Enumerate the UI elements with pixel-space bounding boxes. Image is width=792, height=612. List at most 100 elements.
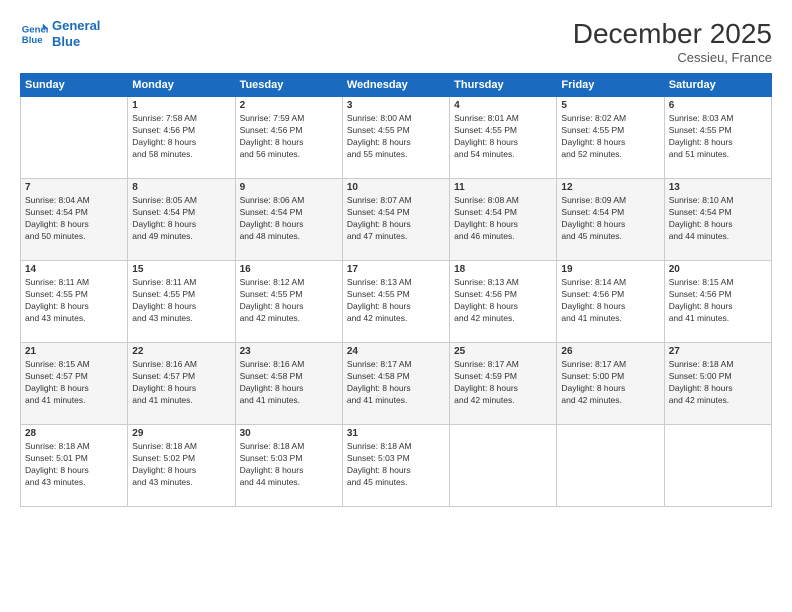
day-number: 1: [132, 100, 230, 111]
calendar-cell: 13 Sunrise: 8:10 AM Sunset: 4:54 PM Dayli…: [664, 179, 771, 261]
header-cell-monday: Monday: [128, 74, 235, 97]
calendar-cell: 5Sunrise: 8:02 AM Sunset: 4:55 PM Daylig…: [557, 97, 664, 179]
day-info: Sunrise: 7:58 AM Sunset: 4:56 PM Dayligh…: [132, 113, 230, 161]
logo-text-blue: Blue: [52, 34, 100, 50]
week-row-4: 21 Sunrise: 8:15 AM Sunset: 4:57 PM Dayli…: [21, 343, 772, 425]
day-number: 31: [347, 428, 445, 439]
header-cell-friday: Friday: [557, 74, 664, 97]
day-number: 20: [669, 264, 767, 275]
calendar-cell: 17 Sunrise: 8:13 AM Sunset: 4:55 PM Dayli…: [342, 261, 449, 343]
day-info: Sunrise: 8:18 AM Sunset: 5:01 PM Dayligh…: [25, 441, 123, 489]
day-number: 29: [132, 428, 230, 439]
day-info: Sunrise: 8:07 AM Sunset: 4:54 PM Dayligh…: [347, 195, 445, 243]
day-number: 21: [25, 346, 123, 357]
calendar-cell: 19 Sunrise: 8:14 AM Sunset: 4:56 PM Dayli…: [557, 261, 664, 343]
calendar-cell: 27 Sunrise: 8:18 AM Sunset: 5:00 PM Dayli…: [664, 343, 771, 425]
calendar-cell: 20Sunrise: 8:15 AM Sunset: 4:56 PM Dayli…: [664, 261, 771, 343]
day-info: Sunrise: 8:15 AM Sunset: 4:57 PM Dayligh…: [25, 359, 123, 407]
header-cell-sunday: Sunday: [21, 74, 128, 97]
calendar-cell: 25Sunrise: 8:17 AM Sunset: 4:59 PM Dayli…: [450, 343, 557, 425]
day-info: Sunrise: 8:01 AM Sunset: 4:55 PM Dayligh…: [454, 113, 552, 161]
day-number: 12: [561, 182, 659, 193]
calendar-cell: 23Sunrise: 8:16 AM Sunset: 4:58 PM Dayli…: [235, 343, 342, 425]
calendar-cell: 4 Sunrise: 8:01 AM Sunset: 4:55 PM Daylig…: [450, 97, 557, 179]
calendar-cell: 1 Sunrise: 7:58 AM Sunset: 4:56 PM Daylig…: [128, 97, 235, 179]
calendar-cell: 18 Sunrise: 8:13 AM Sunset: 4:56 PM Dayli…: [450, 261, 557, 343]
day-info: Sunrise: 8:03 AM Sunset: 4:55 PM Dayligh…: [669, 113, 767, 161]
day-info: Sunrise: 8:09 AM Sunset: 4:54 PM Dayligh…: [561, 195, 659, 243]
calendar-cell: [664, 425, 771, 507]
day-number: 30: [240, 428, 338, 439]
day-number: 10: [347, 182, 445, 193]
calendar-cell: 21 Sunrise: 8:15 AM Sunset: 4:57 PM Dayli…: [21, 343, 128, 425]
logo-icon: General Blue: [20, 20, 48, 48]
day-number: 22: [132, 346, 230, 357]
calendar-cell: 26Sunrise: 8:17 AM Sunset: 5:00 PM Dayli…: [557, 343, 664, 425]
day-number: 18: [454, 264, 552, 275]
month-title: December 2025: [573, 18, 772, 50]
day-number: 15: [132, 264, 230, 275]
day-number: 11: [454, 182, 552, 193]
title-block: December 2025 Cessieu, France: [573, 18, 772, 65]
calendar-cell: [557, 425, 664, 507]
calendar-cell: 15Sunrise: 8:11 AM Sunset: 4:55 PM Dayli…: [128, 261, 235, 343]
header-cell-thursday: Thursday: [450, 74, 557, 97]
day-info: Sunrise: 8:08 AM Sunset: 4:54 PM Dayligh…: [454, 195, 552, 243]
calendar-cell: [450, 425, 557, 507]
calendar-cell: 12 Sunrise: 8:09 AM Sunset: 4:54 PM Dayli…: [557, 179, 664, 261]
day-number: 14: [25, 264, 123, 275]
day-number: 16: [240, 264, 338, 275]
calendar-cell: 3Sunrise: 8:00 AM Sunset: 4:55 PM Daylig…: [342, 97, 449, 179]
day-info: Sunrise: 8:13 AM Sunset: 4:55 PM Dayligh…: [347, 277, 445, 325]
day-info: Sunrise: 8:11 AM Sunset: 4:55 PM Dayligh…: [25, 277, 123, 325]
day-number: 13: [669, 182, 767, 193]
day-info: Sunrise: 8:05 AM Sunset: 4:54 PM Dayligh…: [132, 195, 230, 243]
calendar-cell: 22 Sunrise: 8:16 AM Sunset: 4:57 PM Dayli…: [128, 343, 235, 425]
calendar-cell: 16 Sunrise: 8:12 AM Sunset: 4:55 PM Dayli…: [235, 261, 342, 343]
calendar-cell: 29 Sunrise: 8:18 AM Sunset: 5:02 PM Dayli…: [128, 425, 235, 507]
day-number: 9: [240, 182, 338, 193]
day-number: 17: [347, 264, 445, 275]
header: General Blue General Blue December 2025 …: [20, 18, 772, 65]
logo-text-general: General: [52, 18, 100, 34]
day-number: 8: [132, 182, 230, 193]
header-row: SundayMondayTuesdayWednesdayThursdayFrid…: [21, 74, 772, 97]
day-number: 27: [669, 346, 767, 357]
calendar-cell: 7 Sunrise: 8:04 AM Sunset: 4:54 PM Daylig…: [21, 179, 128, 261]
calendar-cell: 14 Sunrise: 8:11 AM Sunset: 4:55 PM Dayli…: [21, 261, 128, 343]
calendar-cell: 30 Sunrise: 8:18 AM Sunset: 5:03 PM Dayli…: [235, 425, 342, 507]
day-number: 28: [25, 428, 123, 439]
week-row-5: 28 Sunrise: 8:18 AM Sunset: 5:01 PM Dayli…: [21, 425, 772, 507]
calendar-table: SundayMondayTuesdayWednesdayThursdayFrid…: [20, 73, 772, 507]
day-number: 24: [347, 346, 445, 357]
week-row-2: 7 Sunrise: 8:04 AM Sunset: 4:54 PM Daylig…: [21, 179, 772, 261]
day-info: Sunrise: 8:00 AM Sunset: 4:55 PM Dayligh…: [347, 113, 445, 161]
calendar-cell: 8 Sunrise: 8:05 AM Sunset: 4:54 PM Daylig…: [128, 179, 235, 261]
svg-text:Blue: Blue: [22, 34, 43, 45]
day-info: Sunrise: 8:02 AM Sunset: 4:55 PM Dayligh…: [561, 113, 659, 161]
week-row-3: 14 Sunrise: 8:11 AM Sunset: 4:55 PM Dayli…: [21, 261, 772, 343]
day-info: Sunrise: 8:12 AM Sunset: 4:55 PM Dayligh…: [240, 277, 338, 325]
day-info: Sunrise: 8:16 AM Sunset: 4:57 PM Dayligh…: [132, 359, 230, 407]
calendar-cell: 28 Sunrise: 8:18 AM Sunset: 5:01 PM Dayli…: [21, 425, 128, 507]
day-info: Sunrise: 8:17 AM Sunset: 5:00 PM Dayligh…: [561, 359, 659, 407]
day-number: 4: [454, 100, 552, 111]
calendar-cell: 2Sunrise: 7:59 AM Sunset: 4:56 PM Daylig…: [235, 97, 342, 179]
day-info: Sunrise: 8:16 AM Sunset: 4:58 PM Dayligh…: [240, 359, 338, 407]
day-info: Sunrise: 8:18 AM Sunset: 5:03 PM Dayligh…: [240, 441, 338, 489]
day-info: Sunrise: 8:18 AM Sunset: 5:00 PM Dayligh…: [669, 359, 767, 407]
day-info: Sunrise: 8:14 AM Sunset: 4:56 PM Dayligh…: [561, 277, 659, 325]
header-cell-saturday: Saturday: [664, 74, 771, 97]
day-number: 19: [561, 264, 659, 275]
day-info: Sunrise: 8:13 AM Sunset: 4:56 PM Dayligh…: [454, 277, 552, 325]
week-row-1: 1 Sunrise: 7:58 AM Sunset: 4:56 PM Daylig…: [21, 97, 772, 179]
day-info: Sunrise: 8:04 AM Sunset: 4:54 PM Dayligh…: [25, 195, 123, 243]
day-info: Sunrise: 8:17 AM Sunset: 4:58 PM Dayligh…: [347, 359, 445, 407]
day-info: Sunrise: 8:10 AM Sunset: 4:54 PM Dayligh…: [669, 195, 767, 243]
day-info: Sunrise: 8:18 AM Sunset: 5:03 PM Dayligh…: [347, 441, 445, 489]
header-cell-tuesday: Tuesday: [235, 74, 342, 97]
logo: General Blue General Blue: [20, 18, 100, 49]
calendar-cell: 11 Sunrise: 8:08 AM Sunset: 4:54 PM Dayli…: [450, 179, 557, 261]
day-number: 7: [25, 182, 123, 193]
day-info: Sunrise: 8:18 AM Sunset: 5:02 PM Dayligh…: [132, 441, 230, 489]
